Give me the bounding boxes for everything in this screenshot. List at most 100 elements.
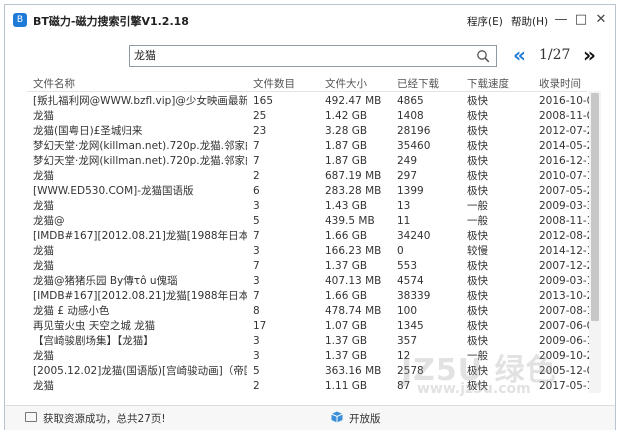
file-count-cell: 17: [253, 320, 267, 332]
file-count-cell: 8: [253, 305, 260, 317]
downloads-cell: 1408: [397, 110, 424, 122]
file-size-cell: 1.66 GB: [325, 290, 368, 302]
table-header: 文件名称 文件数目 文件大小 已经下载 下载速度 收录时间: [27, 73, 587, 92]
date-cell: 2013-10-28: [539, 290, 595, 302]
prev-page-button[interactable]: «: [513, 43, 526, 67]
table-row[interactable]: [WWW.ED530.COM]-龙猫国语版 6 283.28 MB 1399 极快 200…: [27, 183, 595, 198]
vertical-scrollbar[interactable]: [589, 91, 601, 393]
table-row[interactable]: 龙猫@ 5 439.5 MB 11 一般 2008-11-15: [27, 213, 595, 228]
file-count-cell: 7: [253, 290, 260, 302]
file-size-cell: 1.43 GB: [325, 200, 368, 212]
table-row[interactable]: 龙猫 £ 动感小色 8 478.74 MB 100 极快 2007-08-15: [27, 303, 595, 318]
table-row[interactable]: 龙猫 3 1.43 GB 13 一般 2009-03-31: [27, 198, 595, 213]
speed-cell: 极快: [467, 290, 488, 302]
table-row[interactable]: 梦幻天堂·龙网(killman.net).720p.龙猫.邻家的豆豆龙 7 1.87…: [27, 153, 595, 168]
file-count-cell: 7: [253, 140, 260, 152]
scrollbar-thumb[interactable]: [591, 93, 599, 321]
speed-cell: 极快: [467, 275, 488, 287]
date-cell: 2005-12-02: [539, 365, 595, 377]
speed-cell: 极快: [467, 140, 488, 152]
downloads-cell: 12: [397, 350, 411, 362]
file-name-cell: 梦幻天堂·龙网(killman.net).720p.龙猫.邻家的豆豆龙: [33, 155, 247, 167]
table-row[interactable]: 龙猫(国粤日)£圣城归来 23 3.28 GB 28196 极快 2012-07-25: [27, 123, 595, 138]
downloads-cell: 2578: [397, 365, 424, 377]
speed-cell: 极快: [467, 125, 488, 137]
next-page-button[interactable]: »: [583, 43, 596, 67]
app-window: B BT磁力-磁力搜索引擎V1.2.18 程序(E) 帮助(H) — □ ✕ «…: [4, 4, 616, 430]
file-size-cell: 1.87 GB: [325, 140, 368, 152]
table-row[interactable]: [IMDB#167][2012.08.21]龙猫[1988年日本动画奇幻(… 7 1…: [27, 288, 595, 303]
column-header-speed[interactable]: 下载速度: [467, 76, 533, 91]
title-bar: B BT磁力-磁力搜索引擎V1.2.18 程序(E) 帮助(H) — □ ✕: [5, 5, 615, 35]
search-input[interactable]: [134, 46, 464, 66]
speed-cell: 极快: [467, 230, 488, 242]
box-icon: [331, 411, 343, 423]
file-count-cell: 7: [253, 230, 260, 242]
file-count-cell: 165: [253, 95, 274, 107]
column-header-count[interactable]: 文件数目: [253, 76, 313, 91]
minimize-button[interactable]: —: [553, 12, 569, 28]
date-cell: 2008-11-04: [539, 110, 595, 122]
column-header-downloads[interactable]: 已经下载: [397, 76, 463, 91]
search-icon[interactable]: [476, 49, 490, 63]
file-name-cell: 龙猫: [33, 110, 54, 122]
table-row[interactable]: 龙猫@猪猪乐园 By傳τô u傀瑙 3 407.13 MB 4574 极快 2009-03…: [27, 273, 595, 288]
table-row[interactable]: 梦幻天堂·龙网(killman.net).720p.龙猫.邻家的豆豆龙 7 1.87…: [27, 138, 595, 153]
downloads-cell: 357: [397, 335, 418, 347]
status-message: 获取资源成功，总共27页!: [43, 413, 166, 425]
file-name-cell: 龙猫: [33, 260, 54, 272]
file-count-cell: 6: [253, 185, 260, 197]
table-row[interactable]: 龙猫 3 166.23 MB 0 较慢 2014-12-16: [27, 243, 595, 258]
date-cell: 2007-12-24: [539, 260, 595, 272]
column-header-name[interactable]: 文件名称: [33, 76, 247, 91]
file-name-cell: 【宫崎骏剧场集】【龙猫】: [33, 335, 154, 347]
table-row[interactable]: [叛扎福利网@WWW.bzfl.vip]@少女映画最新VIP系 165 492.47…: [27, 93, 595, 108]
date-cell: 2008-11-15: [539, 215, 595, 227]
downloads-cell: 297: [397, 170, 418, 182]
speed-cell: 极快: [467, 335, 488, 347]
file-size-cell: 1.37 GB: [325, 260, 368, 272]
file-size-cell: 478.74 MB: [325, 305, 382, 317]
downloads-cell: 4865: [397, 95, 424, 107]
table-row[interactable]: 龙猫 7 1.37 GB 553 极快 2007-12-24: [27, 258, 595, 273]
search-box[interactable]: [129, 45, 497, 67]
table-row[interactable]: 龙猫 2 687.19 MB 297 极快 2010-07-16: [27, 168, 595, 183]
column-header-size[interactable]: 文件大小: [325, 76, 393, 91]
downloads-cell: 0: [397, 245, 404, 257]
speed-cell: 极快: [467, 320, 488, 332]
downloads-cell: 34240: [397, 230, 431, 242]
downloads-cell: 28196: [397, 125, 431, 137]
file-name-cell: 龙猫: [33, 245, 54, 257]
table-row[interactable]: 龙猫 25 1.42 GB 1408 极快 2008-11-04: [27, 108, 595, 123]
file-size-cell: 439.5 MB: [325, 215, 375, 227]
date-cell: 2007-06-02: [539, 320, 595, 332]
file-name-cell: 龙猫: [33, 350, 54, 362]
date-cell: 2010-07-16: [539, 170, 595, 182]
table-row[interactable]: 再见萤火虫 天空之城 龙猫 17 1.07 GB 1345 极快 2007-06-02: [27, 318, 595, 333]
column-header-date[interactable]: 收录时间: [539, 76, 595, 91]
file-count-cell: 3: [253, 275, 260, 287]
menu-program[interactable]: 程序(E): [467, 14, 503, 29]
edition-label: 开放版: [349, 413, 381, 425]
speed-cell: 极快: [467, 95, 488, 107]
speed-cell: 极快: [467, 170, 488, 182]
close-button[interactable]: ✕: [593, 12, 609, 28]
table-row[interactable]: 【宫崎骏剧场集】【龙猫】 3 1.37 GB 357 极快 2009-06-17: [27, 333, 595, 348]
date-cell: 2016-12-10: [539, 155, 595, 167]
file-count-cell: 25: [253, 110, 267, 122]
file-size-cell: 283.28 MB: [325, 185, 382, 197]
page-indicator: 1/27: [539, 47, 571, 63]
table-row[interactable]: [2005.12.02]龙猫(国语版)[宫崎骏动画]（帝国出品） 5 363.16 …: [27, 363, 595, 378]
file-size-cell: 1.87 GB: [325, 155, 368, 167]
file-name-cell: [2005.12.02]龙猫(国语版)[宫崎骏动画]（帝国出品）: [33, 365, 247, 377]
table-row[interactable]: 龙猫 3 1.37 GB 12 一般 2009-10-23: [27, 348, 595, 363]
file-size-cell: 1.37 GB: [325, 335, 368, 347]
table-row[interactable]: 龙猫 2 1.11 GB 87 极快 2017-05-19: [27, 378, 595, 393]
table-row[interactable]: [IMDB#167][2012.08.21]龙猫[1988年日本动画奇幻(… 7 1…: [27, 228, 595, 243]
downloads-cell: 100: [397, 305, 418, 317]
maximize-button[interactable]: □: [573, 12, 589, 28]
file-count-cell: 5: [253, 215, 260, 227]
date-cell: 2014-05-25: [539, 140, 595, 152]
menu-help[interactable]: 帮助(H): [511, 14, 548, 29]
file-name-cell: 龙猫(国粤日)£圣城归来: [33, 125, 143, 137]
